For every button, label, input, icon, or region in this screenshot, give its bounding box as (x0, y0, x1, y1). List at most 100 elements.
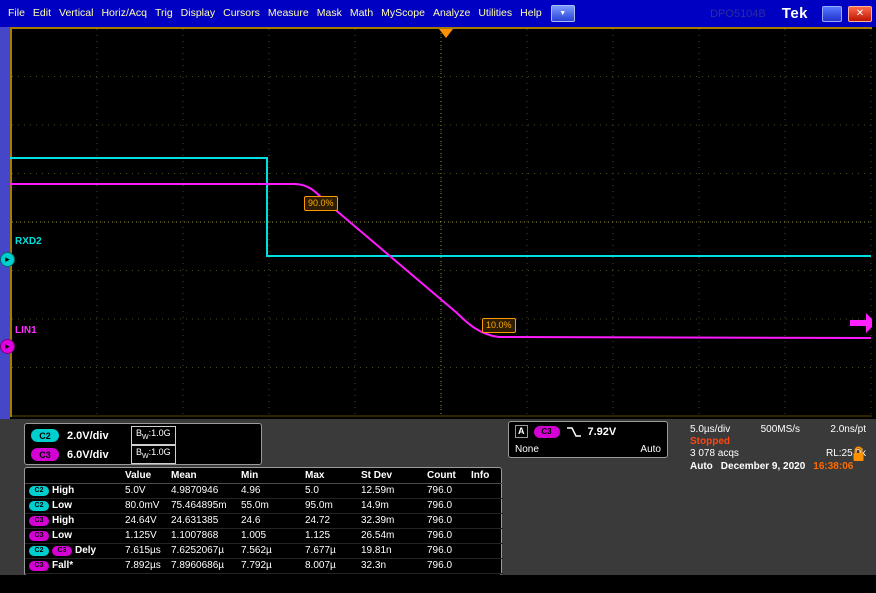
measurement-cell: 7.6252067µ (171, 544, 241, 559)
measurement-cell (471, 514, 503, 529)
measurement-row-label[interactable]: C3High (25, 514, 125, 529)
measurement-cell: 32.39m (361, 514, 427, 529)
source-badge: C2 (29, 546, 49, 556)
trigger-source-badge[interactable]: C3 (534, 426, 560, 438)
measurement-cell: 1.005 (241, 529, 305, 544)
menu-item-utilities[interactable]: Utilities (474, 0, 516, 27)
measurement-row-label[interactable]: C2Low (25, 499, 125, 514)
measurement-cell: 80.0mV (125, 499, 171, 514)
resolution: 2.0ns/pt (830, 424, 866, 436)
measurement-row-label[interactable]: C3Low (25, 529, 125, 544)
measurement-row-label[interactable]: C3Fall* (25, 559, 125, 574)
measurement-cell (471, 559, 503, 574)
bandwidth-readout: BW:1.0G (131, 426, 176, 445)
horizontal-readout: 5.0µs/div 500MS/s 2.0ns/pt Stopped 3 078… (690, 424, 866, 473)
measurement-cell: 4.9870946 (171, 484, 241, 499)
c3-trace-label: LIN1 (15, 325, 37, 336)
ref-10-callout: 10.0% (482, 318, 516, 333)
menu-item-vertical[interactable]: Vertical (55, 0, 97, 27)
bandwidth-readout: BW:1.0G (131, 445, 176, 464)
lock-icon (852, 445, 865, 463)
trigger-readout[interactable]: A C3 7.92V None Auto (508, 421, 668, 458)
trigger-position-marker[interactable] (439, 29, 453, 38)
falling-edge-icon (566, 426, 582, 438)
time-label: 16:38:06 (813, 460, 853, 473)
measurement-grid: ValueMeanMinMaxSt DevCountInfoC2High5.0V… (25, 468, 501, 574)
close-button[interactable]: ✕ (848, 6, 872, 22)
menu-item-myscope[interactable]: MyScope (377, 0, 429, 27)
trigger-level-arrow[interactable] (850, 313, 872, 333)
measurement-cell: 7.615µs (125, 544, 171, 559)
channel-scale: 2.0V/div (67, 430, 131, 442)
datetime-line: Auto December 9, 2020 16:38:06 (690, 460, 866, 473)
date-label: December 9, 2020 (721, 460, 806, 473)
source-badge: C2 (29, 486, 49, 496)
source-badge: C3 (29, 531, 49, 541)
menu-item-mask[interactable]: Mask (313, 0, 346, 27)
trigger-row: A C3 7.92V (515, 424, 661, 439)
table-header-info: Info (471, 468, 503, 484)
sample-rate: 500MS/s (761, 424, 800, 436)
measurement-name: Low (52, 529, 72, 543)
source-badge: C3 (29, 561, 49, 571)
measurement-cell: 7.8960686µ (171, 559, 241, 574)
timebase-line: 5.0µs/div 500MS/s 2.0ns/pt (690, 424, 866, 436)
c3-ground-marker[interactable] (0, 339, 15, 354)
measurement-cell: 796.0 (427, 484, 471, 499)
channel-readout-c2[interactable]: C22.0V/divBW:1.0G (25, 426, 261, 445)
measurement-cell: 7.562µ (241, 544, 305, 559)
waveform-display[interactable]: 90.0% 10.0% RXD2 LIN1 (10, 27, 876, 419)
timebase-scale: 5.0µs/div (690, 424, 730, 436)
measurement-name: Dely (75, 544, 96, 558)
bottom-border (0, 575, 876, 593)
vertical-readouts[interactable]: C22.0V/divBW:1.0G C3 6.0V/divBW:1.0G (24, 423, 262, 465)
measurement-cell: 796.0 (427, 529, 471, 544)
menu-bar: FileEditVerticalHoriz/AcqTrigDisplayCurs… (0, 0, 876, 27)
measurement-name: High (52, 514, 74, 528)
table-header-stdev: St Dev (361, 468, 427, 484)
measurement-cell: 4.96 (241, 484, 305, 499)
c2-trace-label: RXD2 (15, 236, 42, 247)
measurement-cell: 796.0 (427, 544, 471, 559)
measurement-name: Fall* (52, 559, 73, 573)
measurement-cell: 24.72 (305, 514, 361, 529)
menu-item-help[interactable]: Help (516, 0, 546, 27)
minimize-button[interactable] (822, 6, 842, 22)
channel-readout-c3[interactable]: C3 6.0V/divBW:1.0G (25, 445, 261, 464)
measurement-cell (471, 499, 503, 514)
menu-item-cursors[interactable]: Cursors (219, 0, 264, 27)
acq-mode: Auto (690, 460, 713, 473)
trigger-level: 7.92V (588, 426, 617, 438)
menu-item-measure[interactable]: Measure (264, 0, 313, 27)
measurement-cell: 1.125 (305, 529, 361, 544)
ref-10-label: 10.0% (486, 320, 512, 330)
menu-item-display[interactable]: Display (177, 0, 219, 27)
c2-ground-marker[interactable] (0, 252, 15, 267)
menu-item-horizacq[interactable]: Horiz/Acq (97, 0, 151, 27)
measurement-name: Low (52, 499, 72, 513)
channel-badge: C3 (31, 448, 59, 461)
measurement-cell: 7.892µs (125, 559, 171, 574)
measurement-cell: 12.59m (361, 484, 427, 499)
source-badge: C3 (29, 516, 49, 526)
channel-scale: 6.0V/div (67, 449, 131, 461)
menu-item-analyze[interactable]: Analyze (429, 0, 474, 27)
measurement-row-label[interactable]: C2C3Dely (25, 544, 125, 559)
menu-item-edit[interactable]: Edit (29, 0, 55, 27)
measurement-cell: 7.677µ (305, 544, 361, 559)
trigger-mode-auto[interactable]: Auto (640, 444, 661, 455)
measurement-cell: 796.0 (427, 559, 471, 574)
menu-overflow-button[interactable]: ▼ (551, 5, 575, 22)
table-header-count: Count (427, 468, 471, 484)
measurement-cell (471, 484, 503, 499)
measurement-row-label[interactable]: C2High (25, 484, 125, 499)
measurement-cell: 7.792µ (241, 559, 305, 574)
close-icon: ✕ (856, 8, 864, 19)
measurement-cell (471, 529, 503, 544)
trigger-holdoff-none[interactable]: None (515, 444, 539, 455)
measurement-cell: 55.0m (241, 499, 305, 514)
menu-item-file[interactable]: File (4, 0, 29, 27)
menu-item-math[interactable]: Math (346, 0, 377, 27)
menu-item-trig[interactable]: Trig (151, 0, 177, 27)
measurement-cell: 75.464895m (171, 499, 241, 514)
